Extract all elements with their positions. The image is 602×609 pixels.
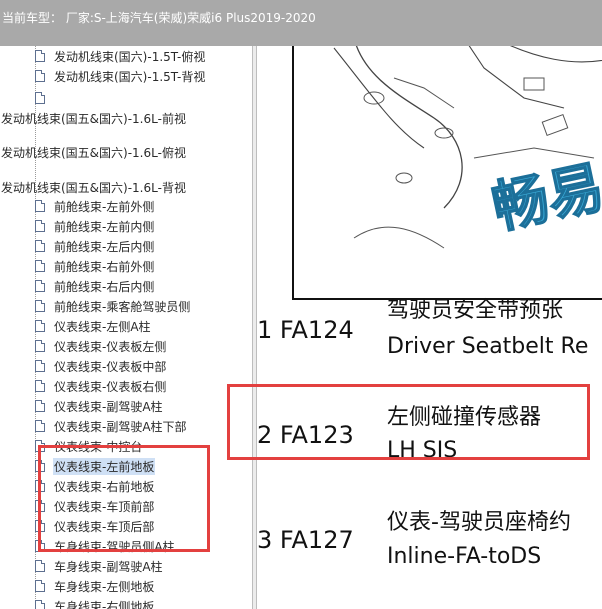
document-icon bbox=[35, 340, 45, 352]
document-icon bbox=[35, 380, 45, 392]
highlight-box-tree bbox=[38, 445, 210, 552]
tree-item[interactable]: 仪表线束-副驾驶A柱 bbox=[0, 396, 164, 416]
tree-item[interactable]: 发动机线束(国六)-1.5T-背视 bbox=[0, 66, 206, 86]
tree-item[interactable]: 前舱线束-右后内侧 bbox=[0, 276, 155, 296]
document-icon bbox=[35, 280, 45, 292]
tree-item[interactable]: 车身线束-副驾驶A柱 bbox=[0, 556, 164, 576]
tree-item-label: 发动机线束(国五&国六)-1.6L-前视 bbox=[1, 111, 186, 126]
document-icon bbox=[35, 92, 45, 104]
tree-item[interactable]: 发动机线束(国六)-1.5T-俯视 bbox=[0, 46, 206, 66]
tree-item-label: 发动机线束(国五&国六)-1.6L-俯视 bbox=[1, 145, 186, 160]
document-icon bbox=[35, 580, 45, 592]
tree-item-label: 前舱线束-左前内侧 bbox=[54, 219, 155, 234]
highlight-box-entry bbox=[227, 384, 590, 460]
document-icon bbox=[35, 600, 45, 609]
document-icon bbox=[35, 320, 45, 332]
tree-item-label: 前舱线束-乘客舱驾驶员侧 bbox=[54, 299, 191, 314]
title-bar: 当前车型： 厂家:S-上海汽车(荣威)荣威i6 Plus2019-2020 bbox=[0, 0, 602, 46]
document-icon bbox=[35, 360, 45, 372]
document-icon bbox=[35, 70, 45, 82]
tree-item-label: 车身线束-右侧地板 bbox=[54, 599, 155, 609]
diagram-drawing: 畅易 bbox=[333, 46, 602, 249]
tree-item[interactable]: 仪表线束-副驾驶A柱下部 bbox=[0, 416, 188, 436]
tree-item[interactable]: 仪表线束-仪表板右侧 bbox=[0, 376, 167, 396]
document-icon bbox=[35, 220, 45, 232]
tree-item-label: 前舱线束-左后内侧 bbox=[54, 239, 155, 254]
tree-item-label: 车身线束-副驾驶A柱 bbox=[54, 559, 163, 574]
tree-item[interactable]: 前舱线束-左后内侧 bbox=[0, 236, 155, 256]
tree-item-label: 仪表线束-仪表板中部 bbox=[54, 359, 167, 374]
entry-1-english: Driver Seatbelt Re bbox=[387, 334, 589, 359]
tree-item-label: 发动机线束(国五&国六)-1.6L-背视 bbox=[1, 180, 186, 195]
document-icon bbox=[35, 240, 45, 252]
watermark-text: 畅易 bbox=[487, 155, 602, 242]
tree-item-label: 仪表线束-左侧A柱 bbox=[54, 319, 151, 334]
tree-item[interactable]: 发动机线束(国五&国六)-1.6L-背视 bbox=[0, 177, 187, 197]
tree-item[interactable]: 仪表线束-左侧A柱 bbox=[0, 316, 152, 336]
document-icon bbox=[35, 400, 45, 412]
tree-item[interactable]: 前舱线束-左前内侧 bbox=[0, 216, 155, 236]
tree-item[interactable]: 车身线束-左侧地板 bbox=[0, 576, 155, 596]
wiring-diagram: 畅易 bbox=[292, 46, 602, 300]
entry-3-chinese: 仪表-驾驶员座椅约 bbox=[387, 510, 571, 535]
tree-item[interactable]: 前舱线束-右前外侧 bbox=[0, 256, 155, 276]
entry-3-code: 3 FA127 bbox=[257, 526, 354, 554]
tree-item[interactable]: 发动机线束(国五&国六)-1.6L-俯视 bbox=[0, 142, 187, 162]
tree-item[interactable]: 前舱线束-左前外侧 bbox=[0, 196, 155, 216]
document-icon bbox=[35, 200, 45, 212]
tree-item-label: 仪表线束-副驾驶A柱下部 bbox=[54, 419, 187, 434]
tree-item[interactable] bbox=[0, 88, 55, 108]
entry-1-code: 1 FA124 bbox=[257, 316, 354, 344]
entry-1-chinese: 驾驶员安全带预张 bbox=[387, 298, 564, 323]
document-icon bbox=[35, 260, 45, 272]
tree-item-label: 仪表线束-仪表板右侧 bbox=[54, 379, 167, 394]
tree-item[interactable]: 仪表线束-仪表板中部 bbox=[0, 356, 167, 376]
document-icon bbox=[35, 560, 45, 572]
document-icon bbox=[35, 420, 45, 432]
document-icon bbox=[35, 300, 45, 312]
document-icon bbox=[35, 50, 45, 62]
current-model-label: 当前车型： 厂家:S-上海汽车(荣威)荣威i6 Plus2019-2020 bbox=[2, 11, 316, 25]
tree-item[interactable]: 前舱线束-乘客舱驾驶员侧 bbox=[0, 296, 191, 316]
entry-3-english: Inline-FA-toDS bbox=[387, 544, 542, 569]
tree-item-label: 仪表线束-副驾驶A柱 bbox=[54, 399, 163, 414]
tree-item-label: 前舱线束-右后内侧 bbox=[54, 279, 155, 294]
tree-item-label: 发动机线束(国六)-1.5T-背视 bbox=[54, 69, 206, 84]
tree-item[interactable]: 车身线束-右侧地板 bbox=[0, 596, 155, 609]
tree-item-label: 仪表线束-仪表板左侧 bbox=[54, 339, 167, 354]
tree-item-label: 前舱线束-右前外侧 bbox=[54, 259, 155, 274]
tree-item[interactable]: 仪表线束-仪表板左侧 bbox=[0, 336, 167, 356]
tree-item[interactable]: 发动机线束(国五&国六)-1.6L-前视 bbox=[0, 108, 187, 128]
diagram-panel: 畅易 1 FA124 驾驶员安全带预张 Driver Seatbelt Re 2… bbox=[257, 46, 602, 609]
tree-item-label: 前舱线束-左前外侧 bbox=[54, 199, 155, 214]
tree-item-label: 车身线束-左侧地板 bbox=[54, 579, 155, 594]
tree-item-label: 发动机线束(国六)-1.5T-俯视 bbox=[54, 49, 206, 64]
